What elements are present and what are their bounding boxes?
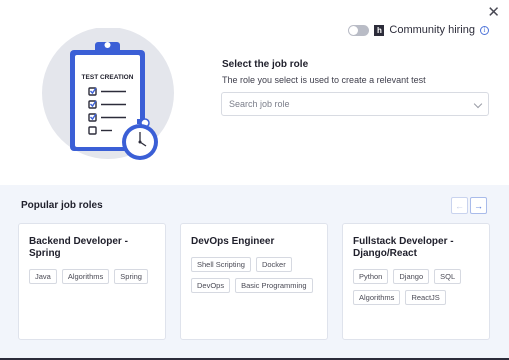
search-job-role-input[interactable]	[229, 99, 469, 109]
job-role-card-backend-spring[interactable]: Backend Developer - Spring Java Algorith…	[18, 223, 166, 340]
skill-tag: ReactJS	[405, 290, 446, 305]
community-hiring-toggle[interactable]	[348, 24, 370, 36]
skill-tag: Algorithms	[61, 269, 110, 284]
popular-job-roles-section: Popular job roles ← → Backend Developer …	[0, 185, 509, 360]
skill-tag: Spring	[114, 269, 148, 284]
close-icon[interactable]: ✕	[487, 5, 500, 20]
next-arrow-button[interactable]: →	[470, 197, 487, 214]
prev-arrow-button[interactable]: ←	[451, 197, 468, 214]
skill-tag: Python	[353, 269, 389, 284]
job-role-card-title: DevOps Engineer	[191, 236, 275, 247]
job-role-card-title: Backend Developer - Spring	[29, 236, 128, 259]
skill-tag: Java	[29, 269, 57, 284]
popular-job-roles-title: Popular job roles	[21, 200, 103, 211]
hackerearth-logo-icon: h	[374, 24, 385, 36]
job-role-modal-top: ✕ h Community hiring i TEST CREATION Sel…	[0, 0, 509, 185]
skill-tag: Shell Scripting	[191, 257, 251, 272]
clipboard-title: TEST CREATION	[82, 74, 134, 81]
skill-tags: Java Algorithms Spring	[29, 269, 155, 284]
skill-tag: Django	[393, 269, 430, 284]
skill-tags: Shell Scripting Docker DevOps Basic Prog…	[191, 257, 317, 293]
job-role-card-fullstack[interactable]: Fullstack Developer - Django/React Pytho…	[342, 223, 490, 340]
community-hiring-control: h Community hiring i	[348, 24, 489, 36]
job-role-section: Select the job role The role you select …	[222, 59, 426, 85]
skill-tag: Algorithms	[353, 290, 401, 305]
job-role-subtitle: The role you select is used to create a …	[222, 75, 426, 85]
skill-tag: SQL	[434, 269, 462, 284]
skill-tag: Basic Programming	[235, 278, 313, 293]
info-icon[interactable]: i	[480, 25, 489, 35]
job-role-card-devops[interactable]: DevOps Engineer Shell Scripting Docker D…	[180, 223, 328, 340]
job-role-card-title: Fullstack Developer - Django/React	[353, 236, 454, 259]
skill-tag: Docker	[255, 257, 292, 272]
test-creation-illustration: TEST CREATION	[42, 28, 174, 160]
job-role-search[interactable]	[221, 92, 489, 116]
skill-tag: DevOps	[191, 278, 231, 293]
skill-tags: Python Django SQL Algorithms ReactJS	[353, 269, 479, 305]
job-role-title: Select the job role	[222, 59, 309, 70]
chevron-down-icon[interactable]	[473, 99, 483, 109]
community-hiring-label: Community hiring	[389, 24, 475, 36]
